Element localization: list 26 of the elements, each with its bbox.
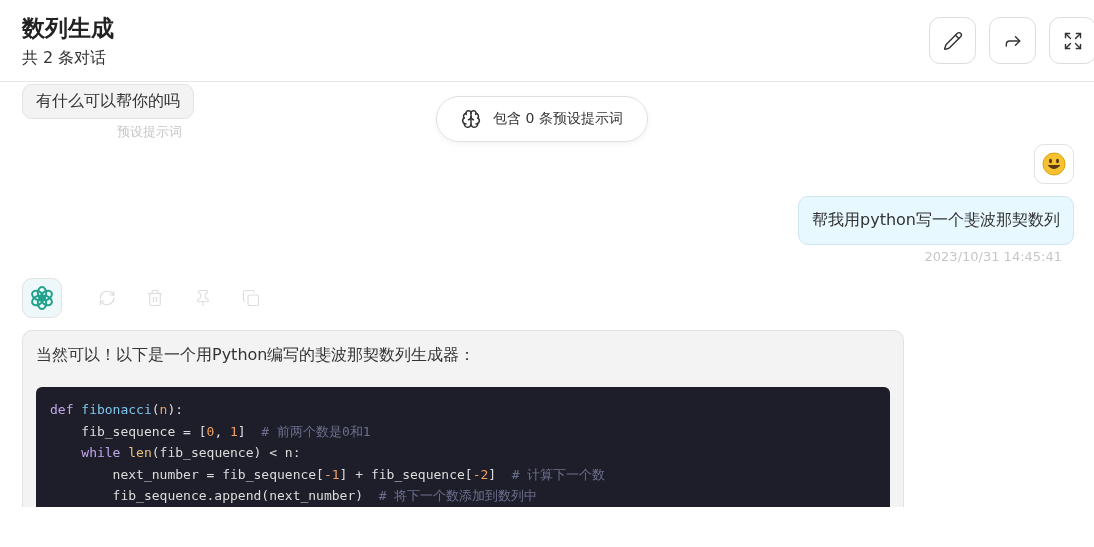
delete-icon — [146, 289, 164, 307]
fullscreen-icon — [1062, 30, 1083, 51]
preset-message: 有什么可以帮你的吗 — [22, 84, 194, 119]
bot-logo-icon — [29, 285, 55, 311]
bot-message-text: 当然可以！以下是一个用Python编写的斐波那契数列生成器： — [36, 345, 476, 366]
retry-icon — [98, 289, 116, 307]
brain-icon — [461, 109, 481, 129]
fullscreen-button[interactable] — [1049, 17, 1094, 64]
retry-button[interactable] — [98, 289, 116, 307]
code-line: def fibonacci(n): — [50, 401, 185, 419]
pin-icon — [194, 289, 212, 307]
message-time: 2023/10/31 14:45:41 — [924, 249, 1063, 264]
smiley-icon — [1042, 152, 1066, 176]
copy-icon — [242, 289, 260, 307]
share-button[interactable] — [989, 17, 1036, 64]
badge-text: 包含 0 条预设提示词 — [493, 110, 623, 128]
conversation-count: 共 2 条对话 — [22, 47, 108, 69]
code-line: fib_sequence = [0, 1] # 前两个数是0和1 — [80, 422, 372, 441]
chat-title: 数列生成 — [22, 13, 114, 43]
edit-icon — [942, 30, 963, 51]
pin-button[interactable] — [194, 289, 212, 307]
edit-button[interactable] — [929, 17, 976, 64]
delete-button[interactable] — [146, 289, 164, 307]
user-message: 帮我用python写一个斐波那契数列 — [798, 196, 1074, 245]
copy-button[interactable] — [242, 289, 260, 307]
code-line: while len(fib_sequence) < n: — [80, 444, 302, 463]
